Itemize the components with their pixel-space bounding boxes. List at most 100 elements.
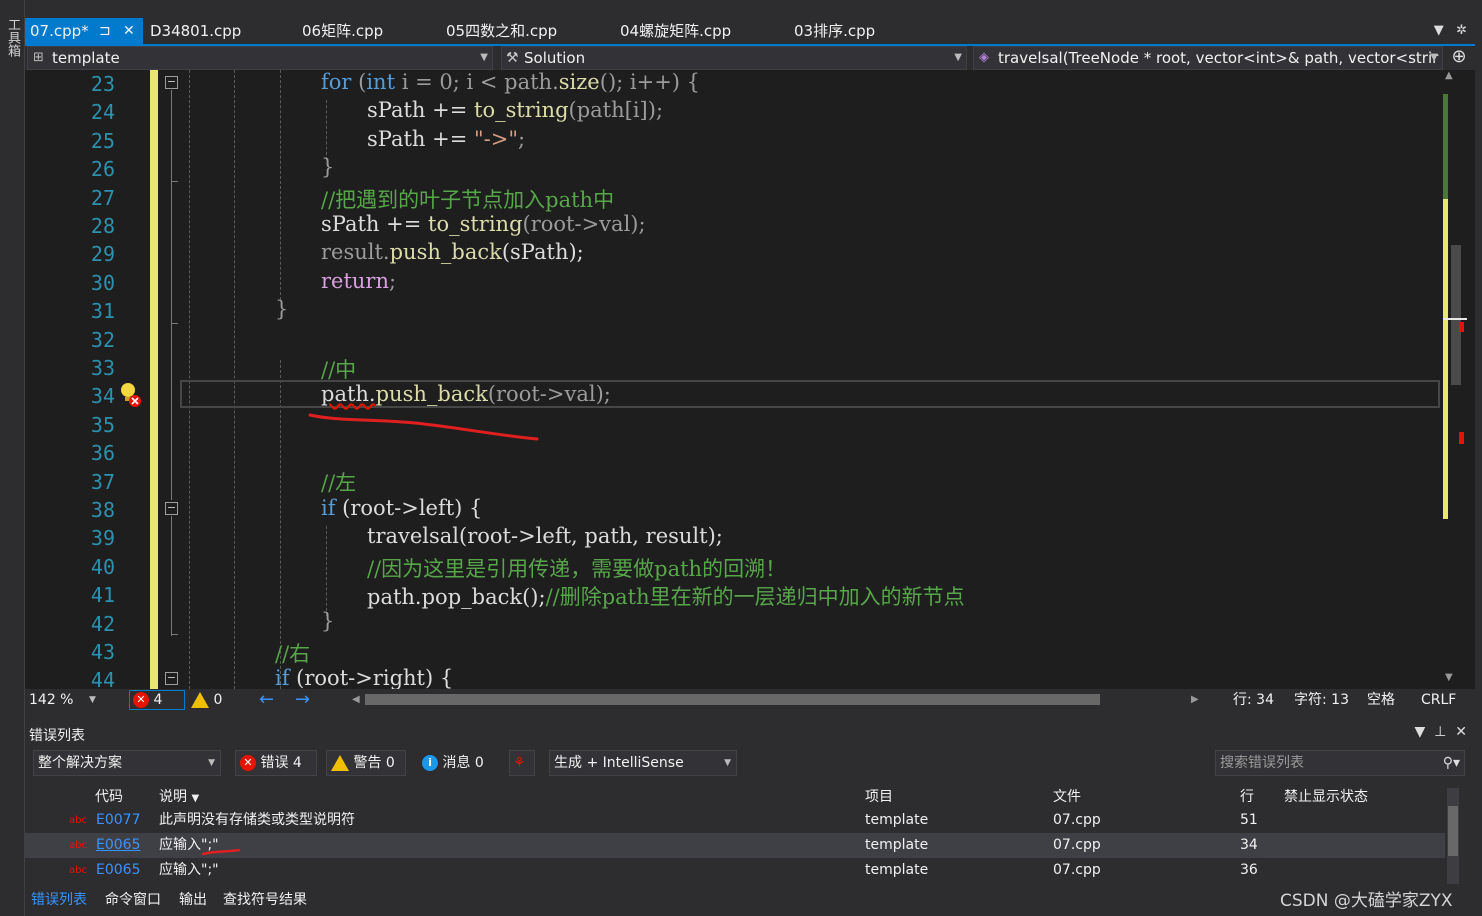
code-token: (path[i]); — [568, 98, 664, 122]
code-editor[interactable]: 23 24 25 26 27 28 29 30 31 32 33 34 35 3… — [25, 70, 1443, 689]
collapse-icon[interactable]: − — [165, 672, 178, 685]
collapse-icon[interactable]: − — [165, 76, 178, 89]
project-dropdown[interactable]: ⊞ template ▼ — [27, 46, 493, 70]
close-icon[interactable]: ✕ — [1455, 724, 1467, 740]
tab-07-cpp[interactable]: 07.cpp* ⊐ ✕ — [25, 18, 143, 44]
error-list-scrollbar[interactable] — [1447, 788, 1459, 884]
messages-filter-button[interactable]: i 消息 0 — [417, 750, 495, 776]
vertical-scrollbar[interactable]: ▲ ▼ — [1443, 70, 1475, 689]
code-line-38[interactable]: if (root->left) { — [321, 496, 482, 520]
line-number: 24 — [90, 100, 115, 124]
lightbulb-error-icon[interactable] — [120, 382, 141, 407]
code-line-39[interactable]: travelsal(root->left, path, result); — [367, 524, 723, 548]
scroll-thumb[interactable] — [1451, 245, 1461, 385]
whitespace-mode[interactable]: 空格 — [1367, 689, 1395, 711]
zoom-dropdown[interactable]: 142 % ▼ — [29, 689, 97, 711]
code-line-40[interactable]: //因为这里是引用传递，需要做path的回溯！ — [367, 553, 786, 583]
overview-error-mark — [1459, 432, 1464, 444]
code-line-23[interactable]: for (int i = 0; i < path.size(); i++) { — [321, 70, 700, 94]
chevron-down-icon[interactable]: ▼ — [1414, 724, 1425, 740]
code-line-44[interactable]: if (root->right) { — [275, 666, 453, 689]
tab-command-window[interactable]: 命令窗口 — [105, 889, 161, 909]
line-number: 29 — [90, 242, 115, 266]
scroll-down-icon[interactable]: ▼ — [1445, 672, 1453, 683]
error-code-link[interactable]: E0065 — [96, 833, 140, 858]
collapse-icon[interactable]: − — [165, 502, 178, 515]
code-line-42[interactable]: } — [321, 609, 334, 633]
build-filter-select[interactable]: 生成 + IntelliSense ▼ — [549, 750, 737, 776]
search-icon: ⚲▾ — [1442, 755, 1460, 771]
code-line-33[interactable]: //中 — [321, 354, 356, 384]
warning-count-indicator[interactable]: 0 — [191, 689, 222, 711]
horizontal-scroll-thumb[interactable] — [365, 694, 1100, 705]
fold-tick — [171, 634, 178, 635]
gear-icon[interactable]: ✲ — [1456, 23, 1467, 38]
tab-06-cpp[interactable]: 06矩阵.cpp — [297, 18, 383, 44]
chevron-down-icon[interactable]: ▼ — [1434, 23, 1444, 38]
panel-title: 错误列表 — [29, 728, 85, 744]
code-line-28[interactable]: sPath += to_string(root->val); — [321, 212, 646, 236]
column-header-code[interactable]: 代码 — [95, 786, 123, 808]
tab-output[interactable]: 输出 — [179, 889, 207, 909]
tab-find-symbol-results[interactable]: 查找符号结果 — [223, 889, 307, 909]
fold-line — [171, 185, 172, 500]
nav-back-icon[interactable]: ← — [259, 689, 274, 711]
code-line-27[interactable]: //把遇到的叶子节点加入path中 — [321, 184, 614, 214]
scroll-up-icon[interactable]: ▲ — [1445, 70, 1453, 81]
code-line-34[interactable]: path.push_back(root->val); — [321, 382, 611, 406]
code-line-31[interactable]: } — [275, 297, 288, 321]
toolbox-tab[interactable]: 工具箱 — [3, 18, 22, 57]
code-line-30[interactable]: return; — [321, 269, 396, 293]
scroll-thumb[interactable] — [1448, 806, 1458, 856]
tab-label: 06矩阵.cpp — [302, 22, 384, 40]
warnings-filter-button[interactable]: 警告 0 — [326, 750, 406, 776]
table-row[interactable]: abc E0077 此声明没有存储类或类型说明符 template 07.cpp… — [25, 808, 1445, 833]
scope-select[interactable]: 整个解决方案 ▼ — [33, 750, 221, 776]
error-count-indicator[interactable]: ✕ 4 — [129, 690, 185, 710]
char-position: 字符: 13 — [1294, 692, 1349, 708]
scope-dropdown[interactable]: ⚒ Solution ▼ — [501, 46, 967, 70]
table-row[interactable]: abc E0065 应输入";" template 07.cpp 36 — [25, 858, 1445, 883]
keyword-token: if — [321, 496, 336, 520]
zoom-level: 142 % — [29, 692, 74, 708]
column-header-desc[interactable]: 说明 ▼ — [159, 786, 199, 808]
search-placeholder: 搜索错误列表 — [1220, 755, 1304, 771]
pin-icon[interactable]: ⊐ — [99, 18, 111, 44]
table-row[interactable]: abc E0065 应输入";" template 07.cpp 34 — [25, 833, 1445, 858]
tab-04-cpp[interactable]: 04螺旋矩阵.cpp — [615, 18, 731, 44]
column-header-project[interactable]: 项目 — [865, 786, 893, 808]
error-code-link[interactable]: E0065 — [96, 858, 140, 883]
code-token: (sPath); — [501, 240, 584, 264]
split-window-icon[interactable]: ⊕ — [1447, 46, 1471, 70]
column-header-line[interactable]: 行 — [1240, 786, 1254, 808]
tab-05-cpp[interactable]: 05四数之和.cpp — [441, 18, 557, 44]
code-line-25[interactable]: sPath += "->"; — [367, 127, 525, 151]
tab-d34801-cpp[interactable]: D34801.cpp — [145, 18, 241, 44]
line-number: 30 — [90, 271, 115, 295]
close-icon[interactable]: ✕ — [123, 18, 135, 44]
column-header-suppress[interactable]: 禁止显示状态 — [1284, 786, 1368, 808]
code-line-41[interactable]: path.pop_back();//删除path里在新的一层递归中加入的新节点 — [367, 581, 965, 611]
chevron-down-icon: ▼ — [724, 758, 731, 768]
error-file: 07.cpp — [1053, 862, 1101, 878]
code-line-24[interactable]: sPath += to_string(path[i]); — [367, 98, 663, 122]
member-dropdown[interactable]: ◈ travelsal(TreeNode * root, vector<int>… — [973, 46, 1443, 70]
line-ending[interactable]: CRLF — [1421, 689, 1456, 711]
errors-filter-button[interactable]: ✕ 错误 4 — [235, 750, 317, 776]
scroll-left-icon[interactable]: ◀ — [352, 689, 360, 711]
code-line-26[interactable]: } — [321, 155, 334, 179]
error-code-link[interactable]: E0077 — [96, 808, 140, 833]
code-line-43[interactable]: //右 — [275, 638, 310, 668]
search-error-list-input[interactable]: 搜索错误列表 ⚲▾ — [1215, 750, 1465, 776]
pin-icon[interactable]: ⊥ — [1434, 724, 1446, 740]
warning-icon — [191, 692, 209, 708]
scroll-right-icon[interactable]: ▶ — [1191, 689, 1199, 711]
tab-03-cpp[interactable]: 03排序.cpp — [789, 18, 875, 44]
filter-icon[interactable]: ⚘ — [509, 750, 535, 776]
code-line-37[interactable]: //左 — [321, 467, 356, 497]
nav-forward-icon[interactable]: → — [295, 689, 310, 711]
code-line-29[interactable]: result.push_back(sPath); — [321, 240, 584, 264]
line-number: 34 — [90, 384, 115, 408]
column-header-file[interactable]: 文件 — [1053, 786, 1081, 808]
tab-error-list[interactable]: 错误列表 — [31, 889, 87, 909]
